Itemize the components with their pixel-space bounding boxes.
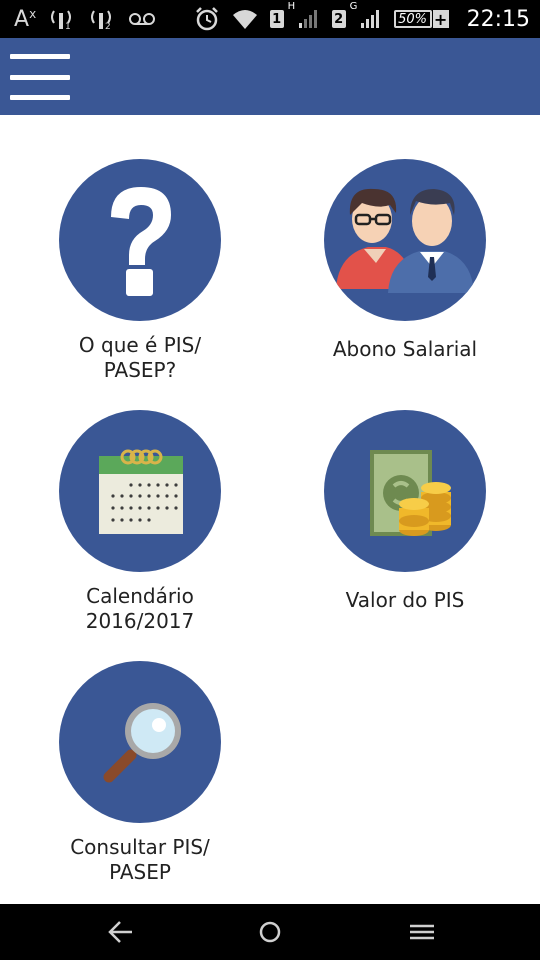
signal-sim2-icon: 2 (88, 7, 116, 31)
battery-percent: 50% (398, 11, 428, 27)
svg-text:1: 1 (65, 22, 71, 31)
tile-label-line2: PASEP? (103, 358, 177, 382)
tile-circle (324, 159, 486, 321)
tile-label: Consultar PIS/ PASEP (10, 835, 270, 885)
tile-label: Calendário 2016/2017 (10, 584, 270, 634)
sim2-indicator: 2 (331, 10, 346, 28)
question-mark-icon (111, 187, 171, 296)
signal-sim1-icon: 1 (48, 7, 76, 31)
tile-calendario[interactable]: Calendário 2016/2017 (10, 410, 270, 634)
magnifier-icon (103, 703, 181, 783)
hamburger-menu-icon[interactable] (10, 54, 70, 100)
tile-circle (59, 410, 221, 572)
network2-type: G (349, 1, 358, 12)
tile-what-is-pis[interactable]: O que é PIS/ PASEP? (10, 159, 270, 383)
status-bar: Ax 1 2 1 H 2 G 50% + 22:15 (0, 0, 540, 38)
navigation-bar (0, 904, 540, 960)
sim1-indicator: 1 (269, 10, 284, 28)
font-indicator: A (14, 6, 30, 32)
app-bar (0, 38, 540, 115)
cell-signal-icon (360, 7, 382, 31)
tile-circle (59, 159, 221, 321)
tile-label-line1: Consultar PIS/ (70, 835, 210, 859)
money-coins-icon (370, 450, 451, 536)
wifi-icon (232, 7, 258, 31)
back-icon[interactable] (106, 918, 136, 946)
svg-text:2: 2 (105, 22, 111, 31)
clock: 22:15 (466, 6, 530, 32)
tile-consultar-pis[interactable]: Consultar PIS/ PASEP (10, 661, 270, 885)
tile-abono-salarial[interactable]: Abono Salarial (275, 159, 535, 362)
network1-type: H (287, 1, 296, 12)
tile-label-line1: O que é PIS/ (78, 333, 202, 357)
voicemail-icon (128, 7, 156, 31)
font-size-icon: Ax (14, 6, 37, 32)
cell-signal-icon (298, 7, 320, 31)
alarm-icon (194, 7, 220, 31)
recent-apps-icon[interactable] (407, 918, 437, 946)
tile-circle (324, 410, 486, 572)
home-icon[interactable] (255, 918, 285, 946)
battery-icon: 50% + (393, 8, 449, 30)
tile-circle (59, 661, 221, 823)
people-icon (336, 188, 474, 293)
tile-valor-do-pis[interactable]: Valor do PIS (275, 410, 535, 613)
sim1-label: 1 (272, 11, 282, 27)
tile-label: Valor do PIS (345, 588, 465, 612)
tile-label: Abono Salarial (332, 337, 478, 361)
tile-label-line1: Calendário (86, 584, 194, 608)
sim2-label: 2 (334, 11, 344, 27)
tile-label-line2: 2016/2017 (85, 609, 195, 633)
calendar-icon (99, 449, 183, 534)
tile-label-line2: PASEP (109, 860, 171, 884)
tile-label: O que é PIS/ PASEP? (10, 333, 270, 383)
